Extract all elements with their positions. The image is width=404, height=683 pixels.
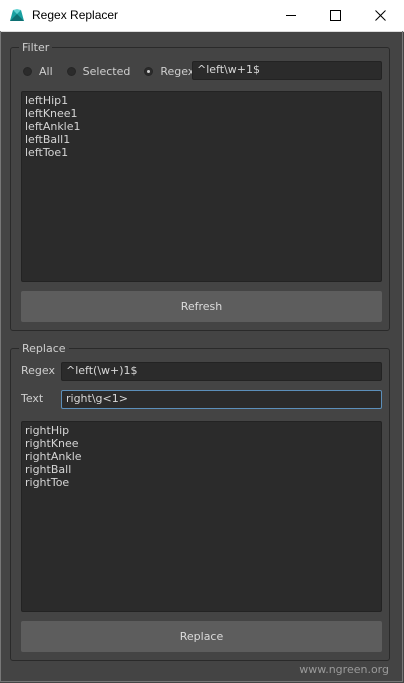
maximize-icon [330, 10, 341, 21]
footer-credit: www.ngreen.org [299, 663, 389, 676]
list-item[interactable]: rightBall [22, 463, 381, 476]
list-item[interactable]: leftHip1 [22, 94, 381, 107]
app-icon [10, 9, 24, 21]
replace-group-title: Replace [19, 342, 69, 355]
list-item[interactable]: leftAnkle1 [22, 120, 381, 133]
minimize-button[interactable] [268, 0, 313, 31]
list-item[interactable]: rightKnee [22, 437, 381, 450]
replace-preview-list[interactable]: rightHip rightKnee rightAnkle rightBall … [21, 421, 382, 612]
list-item[interactable]: rightAnkle [22, 450, 381, 463]
radio-selected[interactable] [66, 66, 76, 76]
list-item[interactable]: rightToe [22, 476, 381, 489]
replace-regex-input[interactable]: ^left(\w+)1$ [61, 362, 382, 381]
filter-group-title: Filter [19, 41, 53, 54]
radio-selected-label[interactable]: Selected [83, 65, 131, 78]
maximize-button[interactable] [313, 0, 358, 31]
replace-text-input[interactable]: right\g<1> [61, 390, 382, 409]
replace-text-label: Text [21, 392, 44, 405]
replace-regex-label: Regex [21, 364, 55, 377]
filter-mode-radios: All Selected Regex [23, 62, 208, 80]
filter-results-list[interactable]: leftHip1 leftKnee1 leftAnkle1 leftBall1 … [21, 91, 382, 282]
filter-regex-input[interactable]: ^left\w+1$ [192, 61, 382, 80]
list-item[interactable]: leftBall1 [22, 133, 381, 146]
close-button[interactable] [358, 0, 403, 31]
radio-all[interactable] [23, 66, 32, 76]
title-bar[interactable]: Regex Replacer [0, 0, 404, 32]
radio-regex[interactable] [144, 66, 154, 76]
replace-button[interactable]: Replace [21, 621, 382, 652]
close-icon [375, 10, 386, 21]
radio-regex-label[interactable]: Regex [160, 65, 194, 78]
refresh-button[interactable]: Refresh [21, 291, 382, 322]
list-item[interactable]: leftKnee1 [22, 107, 381, 120]
list-item[interactable]: leftToe1 [22, 146, 381, 159]
window-title: Regex Replacer [32, 8, 119, 22]
list-item[interactable]: rightHip [22, 424, 381, 437]
radio-all-label[interactable]: All [39, 65, 53, 78]
minimize-icon [285, 15, 296, 16]
